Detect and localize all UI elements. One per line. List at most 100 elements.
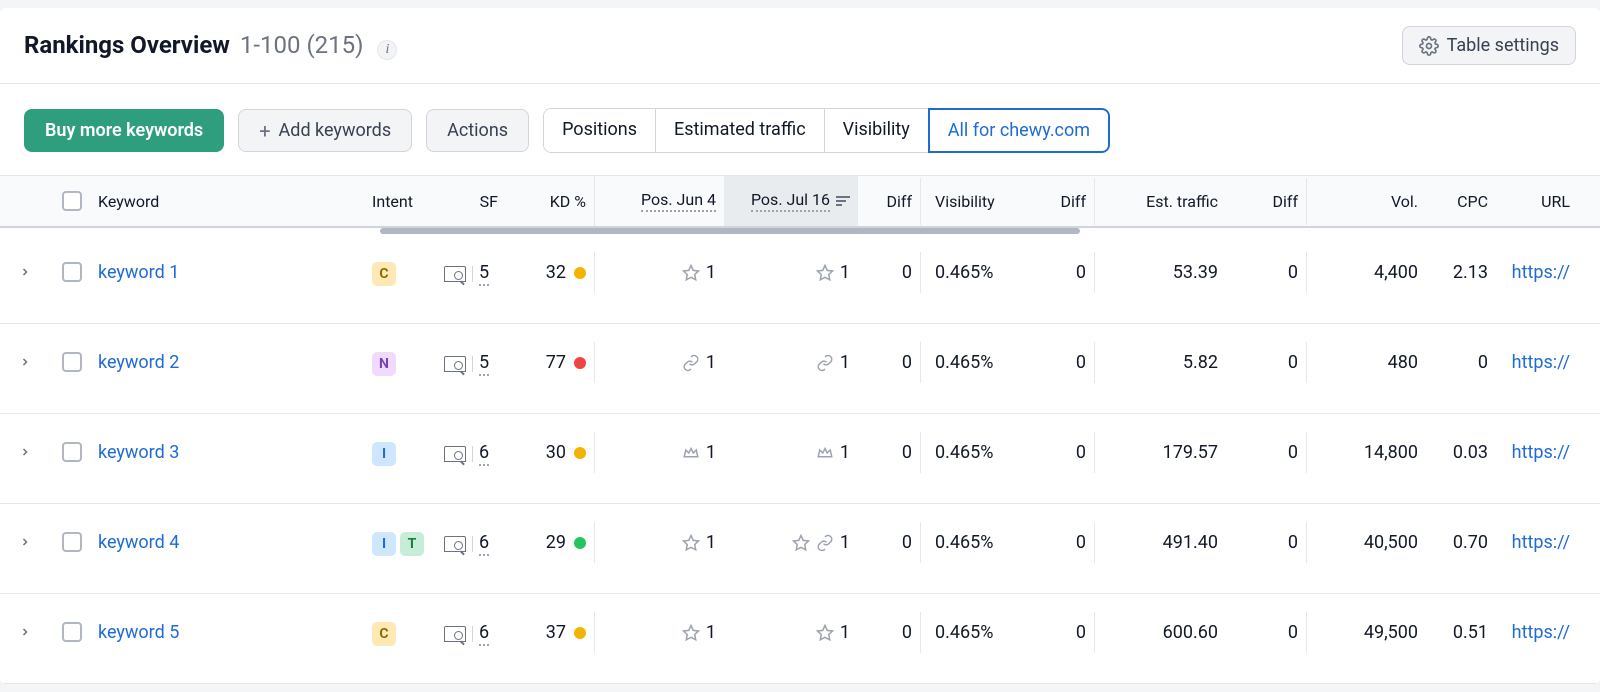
kd-dot-icon	[574, 537, 586, 549]
intent-badge-i: I	[372, 442, 396, 466]
col-cpc[interactable]: CPC	[1426, 178, 1496, 225]
col-diff-3[interactable]: Diff	[1226, 178, 1306, 225]
col-url[interactable]: URL	[1496, 178, 1576, 225]
kd-value: 30	[546, 442, 566, 463]
row-checkbox[interactable]	[62, 532, 82, 552]
intent-badge-t: T	[400, 532, 424, 556]
pos2-value: 1	[840, 262, 850, 283]
row-checkbox[interactable]	[62, 262, 82, 282]
intent-badge-i: I	[372, 532, 396, 556]
intent-badge-c: C	[372, 262, 396, 286]
table-row: keyword 2N5771100.465%05.8204800https://	[0, 324, 1600, 414]
col-diff-1[interactable]: Diff	[858, 178, 920, 225]
kd-value: 32	[546, 262, 566, 283]
col-keyword[interactable]: Keyword	[94, 178, 364, 225]
expand-row-icon[interactable]	[19, 622, 31, 643]
star-icon	[792, 534, 810, 552]
url-link[interactable]: https://	[1512, 532, 1570, 553]
intent-cell: I	[364, 432, 436, 476]
tab-positions[interactable]: Positions	[543, 108, 655, 153]
col-pos-jul16[interactable]: Pos. Jul 16	[724, 176, 858, 226]
tab-all-for-chewy-com[interactable]: All for chewy.com	[928, 108, 1110, 153]
serp-preview-icon[interactable]	[444, 266, 466, 282]
expand-row-icon[interactable]	[19, 262, 31, 283]
diff1-value: 0	[858, 432, 920, 473]
diff3-value: 0	[1226, 612, 1306, 653]
col-diff-2[interactable]: Diff	[1032, 178, 1094, 225]
actions-button[interactable]: Actions	[426, 109, 529, 152]
star-icon	[816, 264, 834, 282]
keyword-link[interactable]: keyword 3	[98, 442, 179, 463]
diff1-value: 0	[858, 342, 920, 383]
horizontal-scroll-track[interactable]	[0, 228, 1600, 234]
tab-estimated-traffic[interactable]: Estimated traffic	[655, 108, 824, 153]
url-link[interactable]: https://	[1512, 442, 1570, 463]
horizontal-scroll-thumb[interactable]	[380, 228, 1080, 234]
pos2-value: 1	[840, 532, 850, 553]
col-pos-jun4[interactable]: Pos. Jun 4	[594, 176, 724, 226]
col-est-traffic[interactable]: Est. traffic	[1094, 178, 1226, 225]
traffic-value: 5.82	[1094, 342, 1226, 383]
pos1-value: 1	[706, 442, 716, 463]
table-row: keyword 5C6371100.465%0600.60049,5000.51…	[0, 594, 1600, 684]
diff3-value: 0	[1226, 432, 1306, 473]
intent-badge-n: N	[372, 352, 396, 376]
col-vol[interactable]: Vol.	[1306, 178, 1426, 225]
serp-preview-icon[interactable]	[444, 356, 466, 372]
keyword-link[interactable]: keyword 4	[98, 532, 179, 553]
diff1-value: 0	[858, 522, 920, 563]
vol-value: 4,400	[1306, 252, 1426, 293]
kd-dot-icon	[574, 357, 586, 369]
table-settings-button[interactable]: Table settings	[1402, 26, 1576, 65]
intent-cell: IT	[364, 522, 436, 566]
col-visibility[interactable]: Visibility	[920, 178, 1032, 225]
row-checkbox[interactable]	[62, 352, 82, 372]
diff2-value: 0	[1032, 252, 1094, 293]
url-link[interactable]: https://	[1512, 262, 1570, 283]
expand-row-icon[interactable]	[19, 532, 31, 553]
col-intent[interactable]: Intent	[364, 178, 436, 225]
row-checkbox[interactable]	[62, 442, 82, 462]
visibility-value: 0.465%	[920, 342, 1032, 383]
keyword-link[interactable]: keyword 1	[98, 262, 179, 283]
intent-badge-c: C	[372, 622, 396, 646]
kd-dot-icon	[574, 267, 586, 279]
expand-row-icon[interactable]	[19, 442, 31, 463]
pos1-value: 1	[706, 352, 716, 373]
add-keywords-button[interactable]: + Add keywords	[238, 109, 412, 152]
url-link[interactable]: https://	[1512, 352, 1570, 373]
pos2-value: 1	[840, 352, 850, 373]
cpc-value: 0.03	[1426, 432, 1496, 473]
table-body: keyword 1C5321100.465%053.3904,4002.13ht…	[0, 234, 1600, 684]
pos1-value: 1	[706, 532, 716, 553]
link-icon	[816, 354, 834, 372]
table-row: keyword 1C5321100.465%053.3904,4002.13ht…	[0, 234, 1600, 324]
expand-row-icon[interactable]	[19, 352, 31, 373]
info-icon[interactable]: i	[377, 40, 397, 60]
visibility-value: 0.465%	[920, 612, 1032, 653]
select-all-checkbox[interactable]	[62, 191, 82, 211]
serp-preview-icon[interactable]	[444, 536, 466, 552]
row-checkbox[interactable]	[62, 622, 82, 642]
star-icon	[682, 264, 700, 282]
buy-more-keywords-button[interactable]: Buy more keywords	[24, 109, 224, 152]
cpc-value: 0.51	[1426, 612, 1496, 653]
keyword-link[interactable]: keyword 2	[98, 352, 179, 373]
serp-preview-icon[interactable]	[444, 626, 466, 642]
col-kd[interactable]: KD %	[506, 178, 594, 225]
panel-header: Rankings Overview 1-100 (215) i Table se…	[0, 8, 1600, 84]
keyword-link[interactable]: keyword 5	[98, 622, 179, 643]
vol-value: 14,800	[1306, 432, 1426, 473]
serp-preview-icon[interactable]	[444, 446, 466, 462]
toolbar: Buy more keywords + Add keywords Actions…	[0, 84, 1600, 153]
tab-visibility[interactable]: Visibility	[824, 108, 928, 153]
diff1-value: 0	[858, 612, 920, 653]
pos2-value: 1	[840, 622, 850, 643]
pos1-value: 1	[706, 622, 716, 643]
view-tabs: PositionsEstimated trafficVisibilityAll …	[543, 108, 1110, 153]
table: Keyword Intent SF KD % Pos. Jun 4 Pos. J…	[0, 175, 1600, 684]
cpc-value: 2.13	[1426, 252, 1496, 293]
col-sf[interactable]: SF	[436, 178, 506, 225]
url-link[interactable]: https://	[1512, 622, 1570, 643]
vol-value: 49,500	[1306, 612, 1426, 653]
